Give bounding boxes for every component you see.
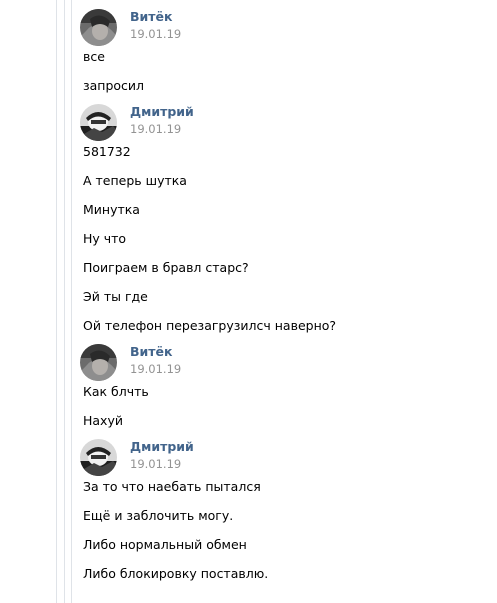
- thread-indent-line: [64, 0, 65, 603]
- author-name[interactable]: Дмитрий: [130, 104, 194, 120]
- message-text: запросил: [83, 78, 145, 93]
- message-date[interactable]: 19.01.19: [130, 362, 181, 376]
- message-text: Как блчть: [83, 384, 149, 399]
- message-text: Ой телефон перезагрузилсч наверно?: [83, 318, 337, 333]
- avatar[interactable]: [80, 344, 117, 381]
- message-date[interactable]: 19.01.19: [130, 122, 181, 136]
- message-header: Дмитрий 19.01.19: [80, 104, 480, 144]
- message-date[interactable]: 19.01.19: [130, 457, 181, 471]
- message-text: Поиграем в бравл старс?: [83, 260, 249, 275]
- user-photo-icon: [80, 344, 117, 381]
- message-group: Дмитрий 19.01.19 581732 А теперь шутка М…: [80, 104, 480, 333]
- message-header: Дмитрий 19.01.19: [80, 439, 480, 479]
- thread-indent-line: [71, 0, 72, 603]
- avatar[interactable]: [80, 9, 117, 46]
- message-text: Ну что: [83, 231, 127, 246]
- message-text: Ещё и заблочить могу.: [83, 508, 234, 523]
- message-header: Витёк 19.01.19: [80, 344, 480, 384]
- message-group: Дмитрий 19.01.19 За то что наебать пытал…: [80, 439, 480, 581]
- message-text: 581732: [83, 144, 131, 159]
- message-text: Нахуй: [83, 413, 123, 428]
- message-date[interactable]: 19.01.19: [130, 27, 181, 41]
- avatar[interactable]: [80, 104, 117, 141]
- message-text: Минутка: [83, 202, 140, 217]
- user-photo-icon: [80, 439, 117, 476]
- message-text: Либо нормальный обмен: [83, 537, 247, 552]
- author-name[interactable]: Витёк: [130, 9, 173, 25]
- avatar[interactable]: [80, 439, 117, 476]
- message-text: За то что наебать пытался: [83, 479, 261, 494]
- message-group: Витёк 19.01.19 все запросил: [80, 9, 480, 93]
- message-text: все: [83, 49, 105, 64]
- message-header: Витёк 19.01.19: [80, 9, 480, 49]
- user-photo-icon: [80, 104, 117, 141]
- author-name[interactable]: Витёк: [130, 344, 173, 360]
- author-name[interactable]: Дмитрий: [130, 439, 194, 455]
- message-group: Витёк 19.01.19 Как блчть Нахуй: [80, 344, 480, 428]
- message-text: Эй ты где: [83, 289, 148, 304]
- thread-indent-line: [56, 0, 57, 603]
- message-text: А теперь шутка: [83, 173, 187, 188]
- user-photo-icon: [80, 9, 117, 46]
- message-text: Либо блокировку поставлю.: [83, 566, 269, 581]
